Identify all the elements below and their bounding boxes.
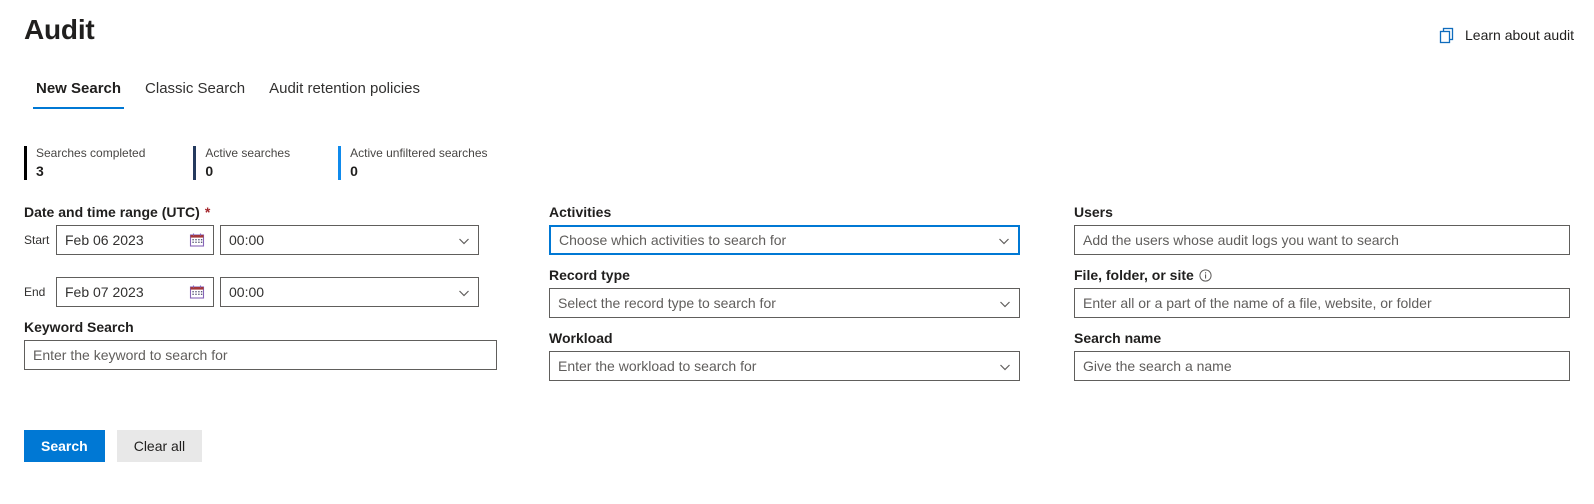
search-name-label: Search name — [1074, 330, 1570, 346]
stats-row: Searches completed 3 Active searches 0 A… — [24, 146, 536, 180]
stat-bar — [193, 146, 197, 180]
record-type-label-text: Record type — [549, 267, 630, 283]
stat-bar — [24, 146, 27, 180]
stat-label: Active unfiltered searches — [350, 146, 488, 160]
audit-page: Audit Learn about audit New Search Class… — [0, 0, 1594, 504]
start-date-input[interactable]: Feb 06 2023 — [56, 225, 214, 255]
tab-audit-retention-policies-label: Audit retention policies — [269, 80, 421, 97]
file-folder-site-label-text: File, folder, or site — [1074, 267, 1194, 283]
stat-label: Active searches — [205, 146, 291, 160]
end-label: End — [24, 285, 46, 299]
start-date-value: Feb 06 2023 — [65, 232, 144, 248]
page-title: Audit — [24, 14, 95, 45]
keyword-search-input[interactable]: Enter the keyword to search for — [24, 340, 497, 370]
column-middle: Activities Choose which activities to se… — [549, 204, 1020, 381]
stat-label: Searches completed — [36, 146, 146, 160]
stat-bar — [338, 146, 342, 180]
users-placeholder: Add the users whose audit logs you want … — [1083, 232, 1399, 248]
learn-about-audit-label: Learn about audit — [1465, 27, 1574, 43]
tab-new-search-label: New Search — [36, 80, 122, 97]
info-icon[interactable] — [1199, 268, 1212, 282]
column-left: Date and time range (UTC) * Start Feb 06… — [24, 204, 497, 370]
search-button-label: Search — [41, 438, 88, 454]
start-time-dropdown[interactable]: 00:00 — [220, 225, 479, 255]
file-folder-site-label: File, folder, or site — [1074, 267, 1570, 283]
record-type-label: Record type — [549, 267, 1020, 283]
stat-value: 0 — [205, 163, 214, 179]
end-date-input[interactable]: Feb 07 2023 — [56, 277, 214, 307]
chevron-down-icon — [458, 234, 470, 246]
activities-label: Activities — [549, 204, 1020, 220]
workload-dropdown[interactable]: Enter the workload to search for — [549, 351, 1020, 381]
learn-about-audit-link[interactable]: Learn about audit — [1438, 26, 1574, 44]
stat-active-searches: Active searches 0 — [193, 146, 338, 180]
clear-all-button-label: Clear all — [133, 438, 186, 454]
activities-dropdown[interactable]: Choose which activities to search for — [549, 225, 1020, 255]
end-date-row: End Feb 07 2023 00:00 — [24, 277, 497, 307]
keyword-search-placeholder: Enter the keyword to search for — [33, 347, 228, 363]
activities-placeholder: Choose which activities to search for — [559, 232, 787, 248]
record-type-placeholder: Select the record type to search for — [558, 295, 776, 311]
form-actions: Search Clear all — [24, 430, 203, 462]
chevron-down-icon — [999, 360, 1011, 372]
date-range-label-text: Date and time range (UTC) — [24, 204, 200, 220]
required-marker: * — [204, 204, 211, 220]
start-label: Start — [24, 233, 50, 247]
end-date-value: Feb 07 2023 — [65, 284, 144, 300]
record-type-dropdown[interactable]: Select the record type to search for — [549, 288, 1020, 318]
tab-classic-search-label: Classic Search — [145, 80, 246, 97]
search-button[interactable]: Search — [24, 430, 105, 462]
start-date-row: Start Feb 06 2023 00:00 — [24, 225, 497, 255]
tab-audit-retention-policies[interactable]: Audit retention policies — [257, 76, 432, 109]
workload-placeholder: Enter the workload to search for — [558, 358, 757, 374]
users-label-text: Users — [1074, 204, 1113, 220]
stat-value: 0 — [350, 163, 358, 179]
stat-value: 3 — [36, 163, 44, 179]
users-input[interactable]: Add the users whose audit logs you want … — [1074, 225, 1570, 255]
end-time-value: 00:00 — [229, 284, 265, 300]
documents-icon — [1438, 26, 1456, 44]
stat-active-unfiltered-searches: Active unfiltered searches 0 — [338, 146, 535, 180]
activities-label-text: Activities — [549, 204, 612, 220]
search-name-label-text: Search name — [1074, 330, 1162, 346]
tab-new-search[interactable]: New Search — [24, 76, 133, 109]
tab-bar: New Search Classic Search Audit retentio… — [24, 76, 432, 109]
column-right: Users Add the users whose audit logs you… — [1074, 204, 1570, 381]
chevron-down-icon — [998, 234, 1010, 246]
file-folder-site-input[interactable]: Enter all or a part of the name of a fil… — [1074, 288, 1570, 318]
keyword-search-label: Keyword Search — [24, 319, 497, 335]
date-range-label: Date and time range (UTC) * — [24, 204, 497, 220]
start-time-value: 00:00 — [229, 232, 265, 248]
tab-classic-search[interactable]: Classic Search — [133, 76, 257, 109]
calendar-icon[interactable] — [189, 232, 205, 248]
chevron-down-icon — [999, 297, 1011, 309]
search-name-placeholder: Give the search a name — [1083, 358, 1232, 374]
file-folder-site-placeholder: Enter all or a part of the name of a fil… — [1083, 295, 1432, 311]
keyword-search-label-text: Keyword Search — [24, 319, 134, 335]
calendar-icon[interactable] — [189, 284, 205, 300]
users-label: Users — [1074, 204, 1570, 220]
workload-label-text: Workload — [549, 330, 613, 346]
end-time-dropdown[interactable]: 00:00 — [220, 277, 479, 307]
clear-all-button[interactable]: Clear all — [116, 430, 203, 462]
search-name-input[interactable]: Give the search a name — [1074, 351, 1570, 381]
chevron-down-icon — [458, 286, 470, 298]
stat-searches-completed: Searches completed 3 — [24, 146, 193, 180]
workload-label: Workload — [549, 330, 1020, 346]
